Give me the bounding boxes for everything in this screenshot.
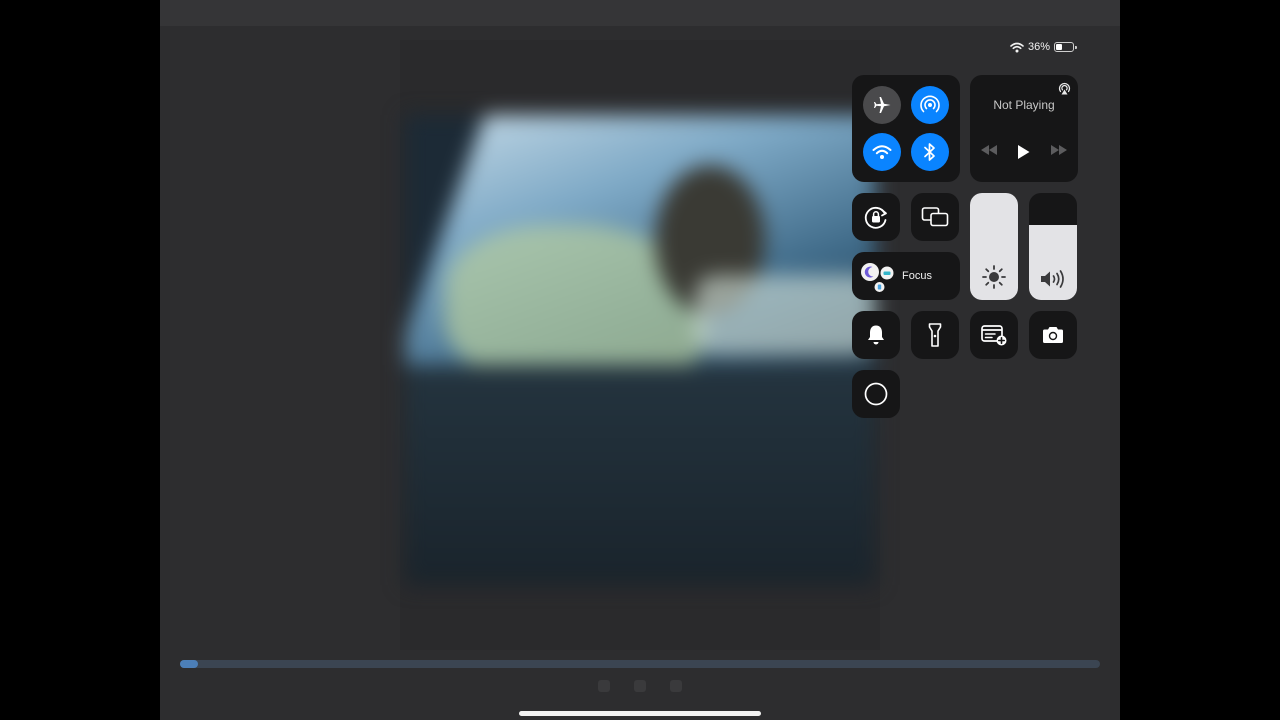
focus-label: Focus — [902, 270, 932, 282]
volume-slider[interactable] — [1029, 193, 1077, 300]
flashlight-button[interactable] — [911, 311, 959, 359]
previous-track-button[interactable] — [980, 145, 998, 155]
battery-percentage: 36% — [1028, 41, 1051, 53]
now-playing-title: Not Playing — [993, 98, 1055, 112]
camera-icon — [1043, 327, 1063, 343]
airdrop-toggle[interactable] — [911, 86, 949, 124]
video-progress-fill — [180, 660, 199, 668]
play-icon — [1018, 145, 1030, 159]
flashlight-icon — [928, 323, 942, 347]
quick-note-icon — [981, 325, 1007, 346]
bell-icon — [868, 325, 884, 345]
bluetooth-icon — [924, 143, 935, 161]
airplane-icon — [874, 97, 891, 113]
now-playing-module[interactable]: Not Playing — [970, 75, 1078, 182]
wifi-status-icon — [1010, 42, 1024, 52]
speaker-volume-icon — [1041, 270, 1064, 288]
bluetooth-toggle[interactable] — [911, 133, 949, 171]
airplay-audio-icon — [1058, 82, 1071, 95]
rewind-icon — [981, 145, 997, 155]
device-frame: 36% Not Playing Focus — [0, 0, 1280, 720]
video-top-bar — [160, 0, 1120, 26]
focus-button[interactable]: Focus — [852, 252, 960, 300]
screen-mirroring-icon — [921, 207, 949, 227]
silent-mode-button[interactable] — [852, 311, 900, 359]
quick-note-button[interactable] — [970, 311, 1018, 359]
blurred-video-frame — [405, 115, 875, 585]
camera-button[interactable] — [1029, 311, 1077, 359]
fast-forward-icon — [1051, 145, 1067, 155]
forward-ghost-icon — [670, 680, 682, 692]
next-track-button[interactable] — [1050, 145, 1068, 155]
brightness-sun-icon — [982, 265, 1006, 289]
home-indicator[interactable] — [519, 711, 761, 716]
play-ghost-icon — [634, 680, 646, 692]
wifi-icon — [872, 145, 892, 159]
screen-recording-button[interactable] — [852, 370, 900, 418]
record-icon — [864, 382, 888, 406]
brightness-slider[interactable] — [970, 193, 1018, 300]
wifi-toggle[interactable] — [863, 133, 901, 171]
airplay-audio-button[interactable] — [1057, 81, 1072, 96]
play-button[interactable] — [1014, 143, 1032, 161]
connectivity-module — [852, 75, 960, 182]
status-bar: 36% — [1010, 40, 1078, 54]
rewind-ghost-icon — [598, 680, 610, 692]
airplane-mode-toggle[interactable] — [863, 86, 901, 124]
focus-modes-icon — [861, 263, 894, 292]
screen-mirroring-button[interactable] — [911, 193, 959, 241]
orientation-lock-icon — [864, 206, 887, 229]
battery-icon — [1054, 42, 1078, 52]
airdrop-icon — [920, 95, 940, 113]
orientation-lock-button[interactable] — [852, 193, 900, 241]
video-scrubber[interactable] — [180, 660, 1100, 668]
